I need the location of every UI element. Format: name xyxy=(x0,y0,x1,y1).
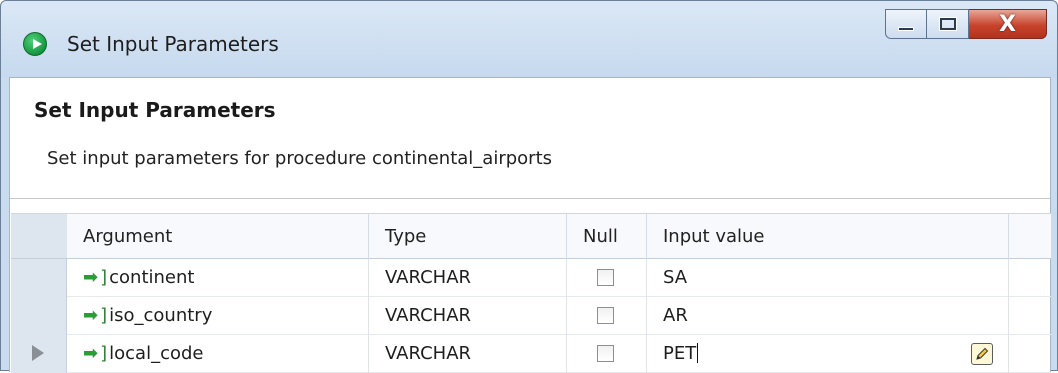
argument-cell: ➡] continent xyxy=(67,259,369,297)
argument-cell: ➡] iso_country xyxy=(67,297,369,335)
input-arrow-icon: ➡ xyxy=(83,305,99,326)
bracket-glyph: ] xyxy=(100,343,108,364)
type-cell: VARCHAR xyxy=(369,335,567,373)
text-caret xyxy=(697,343,699,363)
table-row[interactable]: ➡] continent VARCHAR SA xyxy=(67,259,1051,297)
type-cell: VARCHAR xyxy=(369,297,567,335)
input-value-text: PET xyxy=(663,343,697,364)
window-title: Set Input Parameters xyxy=(67,32,279,56)
maximize-button[interactable] xyxy=(927,9,969,39)
bracket-glyph: ] xyxy=(100,267,108,288)
table-row[interactable]: ➡] local_code VARCHAR PET xyxy=(67,335,1051,373)
dialog-subtitle: Set input parameters for procedure conti… xyxy=(47,148,553,169)
input-value-editor[interactable]: PET xyxy=(647,335,1009,373)
argument-name: iso_country xyxy=(109,305,213,326)
dialog-body: Set Input Parameters Set input parameter… xyxy=(9,77,1051,373)
parameters-grid: Argument Type Null Input value ➡] contine… xyxy=(10,199,1051,373)
minimize-button[interactable] xyxy=(885,9,927,39)
input-value-cell[interactable]: SA xyxy=(647,259,1009,297)
window-controls: X xyxy=(885,9,1047,39)
column-header-input-value[interactable]: Input value xyxy=(647,214,1009,260)
null-cell xyxy=(567,335,647,373)
null-cell xyxy=(567,259,647,297)
table-row[interactable]: ➡] iso_country VARCHAR AR xyxy=(67,297,1051,335)
play-circle-icon xyxy=(23,32,47,56)
column-header-null[interactable]: Null xyxy=(567,214,647,260)
argument-cell: ➡] local_code xyxy=(67,335,369,373)
null-cell xyxy=(567,297,647,335)
bracket-glyph: ] xyxy=(100,305,108,326)
input-arrow-icon: ➡ xyxy=(83,343,99,364)
grid-header: Argument Type Null Input value xyxy=(67,213,1051,260)
null-checkbox[interactable] xyxy=(597,269,614,286)
column-header-argument[interactable]: Argument xyxy=(67,214,369,260)
pencil-edit-icon[interactable] xyxy=(971,343,993,365)
grid-corner xyxy=(11,213,67,259)
input-value-cell[interactable]: AR xyxy=(647,297,1009,335)
dialog-heading: Set Input Parameters xyxy=(34,98,276,122)
argument-name: local_code xyxy=(109,343,204,364)
dialog-header: Set Input Parameters Set input parameter… xyxy=(10,78,1050,199)
null-checkbox[interactable] xyxy=(597,345,614,362)
dialog-window: Set Input Parameters X Set Input Paramet… xyxy=(0,0,1058,373)
current-row-indicator-icon xyxy=(32,345,44,361)
type-cell: VARCHAR xyxy=(369,259,567,297)
close-icon: X xyxy=(999,11,1016,37)
column-header-type[interactable]: Type xyxy=(369,214,567,260)
title-bar[interactable]: Set Input Parameters X xyxy=(1,1,1057,77)
close-button[interactable]: X xyxy=(969,9,1047,39)
input-arrow-icon: ➡ xyxy=(83,267,99,288)
argument-name: continent xyxy=(109,267,195,288)
minimize-icon xyxy=(898,27,914,31)
maximize-icon xyxy=(939,18,956,30)
null-checkbox[interactable] xyxy=(597,307,614,324)
